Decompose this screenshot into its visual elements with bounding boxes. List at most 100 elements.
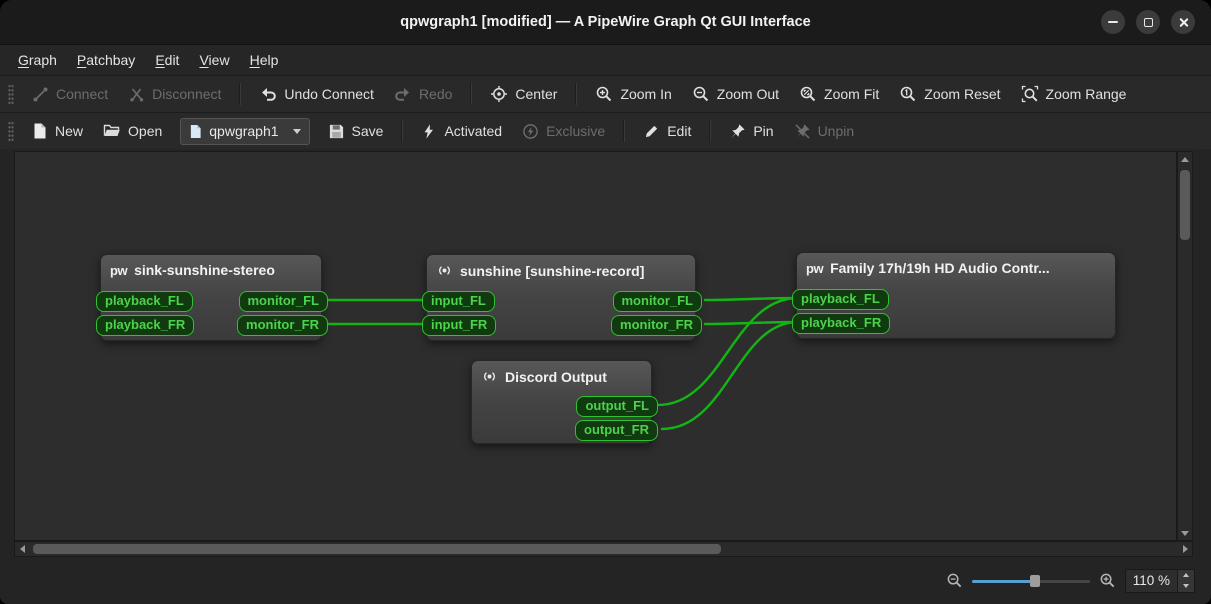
open-button[interactable]: Open xyxy=(93,117,172,145)
close-button[interactable] xyxy=(1171,10,1195,34)
connect-label: Connect xyxy=(56,86,108,102)
zoom-in-button[interactable]: Zoom In xyxy=(585,80,681,108)
horizontal-scrollbar[interactable] xyxy=(14,541,1193,557)
scroll-down-arrow[interactable] xyxy=(1178,526,1192,540)
toolbar-separator xyxy=(239,83,241,105)
edit-button[interactable]: Edit xyxy=(633,118,701,145)
zoom-reset-button[interactable]: Zoom Reset xyxy=(889,80,1010,108)
undo-connect-button[interactable]: Undo Connect xyxy=(249,81,384,107)
zoom-out-button[interactable]: Zoom Out xyxy=(682,80,789,108)
menu-label: atchbay xyxy=(86,52,135,68)
disconnect-button: Disconnect xyxy=(118,81,231,108)
redo-label: Redo xyxy=(419,86,452,102)
scroll-right-arrow[interactable] xyxy=(1178,542,1192,556)
zoom-in-icon[interactable] xyxy=(1099,572,1116,589)
zoom-spinbox[interactable]: 110 % xyxy=(1125,569,1195,593)
zoom-slider[interactable] xyxy=(972,573,1090,589)
zoom-out-label: Zoom Out xyxy=(717,86,779,102)
minimize-button[interactable] xyxy=(1101,10,1125,34)
menu-graph[interactable]: Graph xyxy=(8,48,67,72)
toolbar-handle[interactable] xyxy=(8,121,14,141)
lightning-icon xyxy=(421,123,437,140)
new-label: New xyxy=(55,123,83,139)
node-header: sunshine [sunshine-record] xyxy=(427,255,695,279)
pin-button[interactable]: Pin xyxy=(719,118,783,145)
app-window: qpwgraph1 [modified] — A PipeWire Graph … xyxy=(0,0,1211,604)
input-port[interactable]: input_FR xyxy=(422,315,496,336)
output-port[interactable]: monitor_FR xyxy=(237,315,328,336)
vertical-scrollbar-thumb[interactable] xyxy=(1180,170,1190,240)
toolbar-separator xyxy=(709,120,711,142)
output-port[interactable]: monitor_FL xyxy=(239,291,329,312)
spin-up-button[interactable] xyxy=(1178,570,1194,581)
menu-edit[interactable]: Edit xyxy=(145,48,189,72)
pipewire-icon: pw xyxy=(110,263,127,278)
node-family-hd-audio[interactable]: pw Family 17h/19h HD Audio Contr... play… xyxy=(796,252,1116,339)
zoom-fit-label: Zoom Fit xyxy=(824,86,879,102)
menu-patchbay[interactable]: Patchbay xyxy=(67,48,145,72)
input-port[interactable]: playback_FR xyxy=(792,313,890,334)
window-controls xyxy=(1101,10,1195,34)
center-button[interactable]: Center xyxy=(480,80,567,108)
input-port[interactable]: playback_FL xyxy=(792,289,889,310)
connect-icon xyxy=(32,86,49,103)
open-label: Open xyxy=(128,123,162,139)
input-port[interactable]: playback_FL xyxy=(96,291,193,312)
save-button[interactable]: Save xyxy=(318,118,394,145)
zoom-out-icon[interactable] xyxy=(946,572,963,589)
scroll-up-arrow[interactable] xyxy=(1178,152,1192,166)
node-header: pw sink-sunshine-stereo xyxy=(101,255,321,278)
main-area: pw sink-sunshine-stereo playback_FL moni… xyxy=(0,149,1211,604)
redo-button: Redo xyxy=(384,81,462,107)
graph-canvas[interactable]: pw sink-sunshine-stereo playback_FL moni… xyxy=(14,151,1177,541)
node-sunshine[interactable]: sunshine [sunshine-record] input_FL moni… xyxy=(426,254,696,341)
zoom-reset-icon xyxy=(899,85,917,103)
output-port[interactable]: monitor_FL xyxy=(613,291,703,312)
new-button[interactable]: New xyxy=(22,117,93,145)
vertical-scrollbar[interactable] xyxy=(1177,151,1193,541)
statusbar: 110 % xyxy=(0,557,1211,604)
save-label: Save xyxy=(352,123,384,139)
toolbar-separator xyxy=(623,120,625,142)
pipewire-icon: pw xyxy=(806,261,823,276)
input-port[interactable]: input_FL xyxy=(422,291,495,312)
new-file-icon xyxy=(32,122,48,140)
menu-help[interactable]: Help xyxy=(240,48,289,72)
disconnect-icon xyxy=(128,86,145,103)
exclusive-button: Exclusive xyxy=(512,118,615,145)
activated-button[interactable]: Activated xyxy=(411,118,512,145)
horizontal-scrollbar-thumb[interactable] xyxy=(33,544,721,554)
menu-label: G xyxy=(18,52,29,68)
slider-handle[interactable] xyxy=(1030,575,1040,587)
speaker-icon xyxy=(481,368,498,385)
open-folder-icon xyxy=(103,122,121,140)
zoom-controls: 110 % xyxy=(946,569,1195,593)
activated-label: Activated xyxy=(444,123,502,139)
node-title: sink-sunshine-stereo xyxy=(134,262,275,278)
undo-icon xyxy=(259,86,277,102)
zoom-value[interactable]: 110 % xyxy=(1126,570,1177,592)
spin-arrows xyxy=(1177,570,1194,592)
node-discord-output[interactable]: Discord Output output_FL output_FR xyxy=(471,360,652,444)
input-port[interactable]: playback_FR xyxy=(96,315,194,336)
zoom-range-button[interactable]: Zoom Range xyxy=(1011,80,1137,108)
window-title: qpwgraph1 [modified] — A PipeWire Graph … xyxy=(400,14,810,30)
save-icon xyxy=(328,123,345,140)
scroll-left-arrow[interactable] xyxy=(15,542,29,556)
node-sink-sunshine-stereo[interactable]: pw sink-sunshine-stereo playback_FL moni… xyxy=(100,254,322,341)
output-port[interactable]: output_FR xyxy=(575,420,658,441)
output-port[interactable]: monitor_FR xyxy=(611,315,702,336)
node-header: Discord Output xyxy=(472,361,651,385)
toolbar-handle[interactable] xyxy=(8,84,14,104)
zoom-reset-label: Zoom Reset xyxy=(924,86,1000,102)
spin-down-button[interactable] xyxy=(1178,581,1194,592)
center-label: Center xyxy=(515,86,557,102)
output-port[interactable]: output_FL xyxy=(576,396,658,417)
unpin-button: Unpin xyxy=(784,118,865,145)
menu-view[interactable]: View xyxy=(189,48,239,72)
session-selector[interactable]: qpwgraph1 xyxy=(180,118,309,145)
menu-label: V xyxy=(199,52,208,68)
center-icon xyxy=(490,85,508,103)
maximize-button[interactable] xyxy=(1136,10,1160,34)
zoom-fit-button[interactable]: Zoom Fit xyxy=(789,80,889,108)
